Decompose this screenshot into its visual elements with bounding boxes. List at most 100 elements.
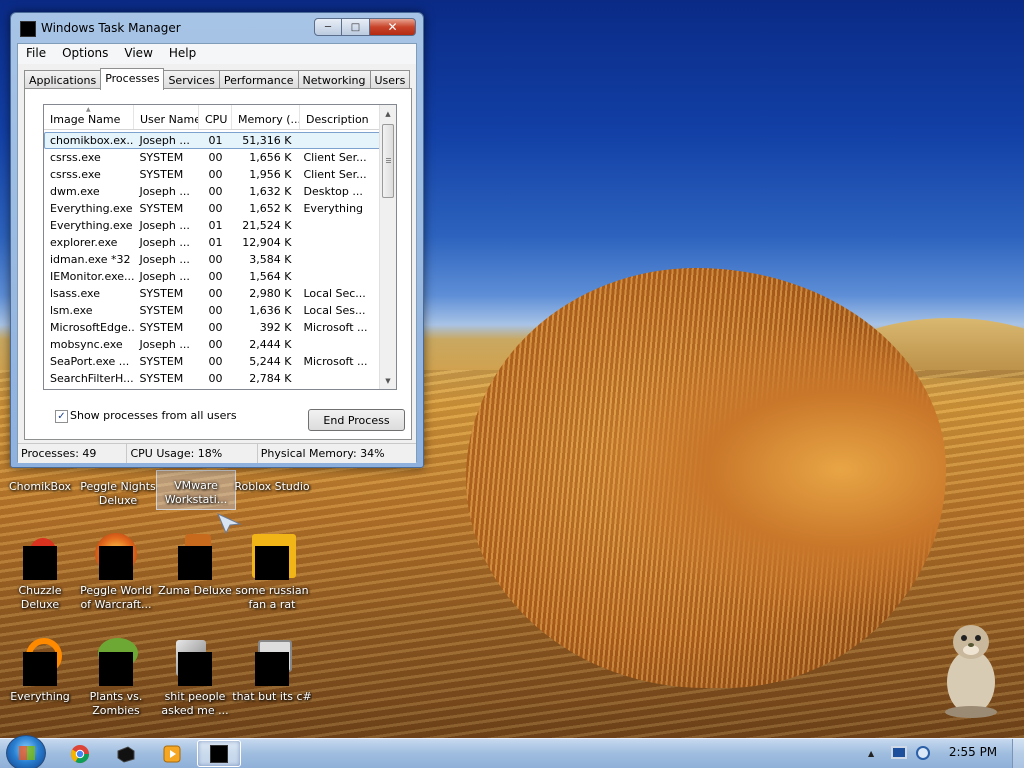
process-memory: 392 K [259, 321, 292, 334]
tab-networking[interactable]: Networking [297, 70, 371, 89]
column-image-name[interactable]: ▲ Image Name [44, 105, 134, 129]
close-icon: ✕ [387, 20, 398, 34]
process-cpu: 00 [208, 338, 223, 351]
menu-help[interactable]: Help [161, 44, 204, 64]
process-name: SeaPort.exe ... [50, 355, 130, 368]
process-row[interactable]: explorer.exe Joseph ... 01 12,904 K [44, 234, 382, 251]
task-manager-window[interactable]: Windows Task Manager ─ □ ✕ File Options … [10, 12, 424, 468]
process-memory: 21,524 K [242, 219, 292, 232]
process-row[interactable]: SearchFilterH... SYSTEM 00 2,784 K [44, 370, 382, 387]
process-name: lsm.exe [50, 304, 93, 317]
desktop-icon-zuma-deluxe[interactable]: Zuma Deluxe [155, 546, 235, 598]
desktop-icon-roblox-studio[interactable]: Roblox Studio [232, 480, 312, 494]
desktop-icon-that-but-its-csharp[interactable]: that but its c# [232, 652, 312, 704]
process-row[interactable]: Everything.exe Joseph ... 01 21,524 K [44, 217, 382, 234]
desktop-icon-chuzzle[interactable]: Chuzzle Deluxe [0, 546, 80, 612]
desktop-icon-label-line2: fan a rat [248, 598, 296, 611]
process-row[interactable]: mobsync.exe Joseph ... 00 2,444 K [44, 336, 382, 353]
peggle-world-icon [99, 546, 133, 580]
tab-applications[interactable]: Applications [24, 70, 102, 89]
menu-options[interactable]: Options [54, 44, 116, 64]
process-user: Joseph ... [139, 236, 190, 249]
desktop-icon-label: Peggle World [80, 584, 152, 597]
processes-panel: ▲ Image Name User Name CPU Memory (... D… [24, 88, 412, 440]
desktop-icon-chomikbox[interactable]: ChomikBox [0, 480, 80, 494]
show-hidden-icons-icon[interactable]: ▲ [868, 749, 874, 758]
shortcut-icon [178, 652, 212, 686]
process-description: Local Sec... [303, 287, 366, 300]
column-cpu[interactable]: CPU [199, 105, 232, 129]
desktop-icon-label: Plants vs. [89, 690, 143, 703]
desktop-icon-peggle-world[interactable]: Peggle World of Warcraft... [76, 546, 156, 612]
maximize-button[interactable]: □ [342, 18, 370, 36]
process-name: mobsync.exe [50, 338, 123, 351]
process-cpu: 00 [208, 202, 223, 215]
minimize-button[interactable]: ─ [314, 18, 342, 36]
process-row[interactable]: idman.exe *32 Joseph ... 00 3,584 K [44, 251, 382, 268]
close-button[interactable]: ✕ [370, 18, 416, 36]
show-all-users-label[interactable]: Show processes from all users [70, 409, 237, 422]
desktop-icon-peggle-nights[interactable]: Peggle Nights Deluxe [78, 480, 158, 508]
column-memory[interactable]: Memory (... [232, 105, 300, 129]
tab-performance[interactable]: Performance [218, 70, 299, 89]
process-description: Local Ses... [303, 304, 366, 317]
network-tray-icon[interactable] [891, 746, 907, 759]
tab-users[interactable]: Users [369, 70, 411, 89]
desktop-icon-plants-vs-zombies[interactable]: Plants vs. Zombies [76, 652, 156, 718]
process-row[interactable]: lsm.exe SYSTEM 00 1,636 K Local Ses... [44, 302, 382, 319]
menu-bar: File Options View Help [18, 44, 416, 64]
desktop-icon-everything[interactable]: Everything [0, 652, 80, 704]
gopher-gadget-icon[interactable] [938, 612, 1004, 720]
title-bar[interactable]: Windows Task Manager ─ □ ✕ [11, 13, 423, 43]
process-row[interactable]: csrss.exe SYSTEM 00 1,956 K Client Ser... [44, 166, 382, 183]
taskbar-clock[interactable]: 2:55 PM [942, 745, 1004, 759]
column-description[interactable]: Description [300, 105, 382, 129]
column-user-name[interactable]: User Name [134, 105, 199, 129]
desktop-icon-vmware[interactable]: VMware Workstati... [156, 470, 236, 510]
scroll-up-arrow-icon[interactable]: ▲ [380, 105, 396, 122]
taskbar-task-manager-button[interactable] [197, 740, 241, 767]
process-row[interactable]: chomikbox.ex... Joseph ... 01 51,316 K [44, 132, 382, 149]
process-row[interactable]: IEMonitor.exe... Joseph ... 00 1,564 K [44, 268, 382, 285]
show-desktop-button[interactable] [1012, 739, 1024, 768]
desktop-icon-label: Roblox Studio [234, 480, 310, 493]
process-description [295, 218, 381, 233]
language-tray-icon[interactable] [916, 746, 930, 760]
vertical-scrollbar[interactable]: ▲ ▼ [379, 105, 396, 389]
menu-view[interactable]: View [116, 44, 160, 64]
scroll-down-arrow-icon[interactable]: ▼ [380, 372, 396, 389]
process-user: Joseph ... [139, 219, 190, 232]
tab-processes[interactable]: Processes [100, 68, 165, 90]
tab-services[interactable]: Services [163, 70, 220, 89]
scrollbar-thumb[interactable] [382, 124, 394, 198]
end-process-button[interactable]: End Process [308, 409, 405, 431]
process-list[interactable]: ▲ Image Name User Name CPU Memory (... D… [43, 104, 397, 390]
start-button[interactable] [6, 735, 46, 768]
process-user: SYSTEM [139, 355, 184, 368]
task-manager-icon [210, 744, 228, 763]
some-russian-icon [255, 546, 289, 580]
process-row[interactable]: csrss.exe SYSTEM 00 1,656 K Client Ser... [44, 149, 382, 166]
process-rows: chomikbox.ex... Joseph ... 01 51,316 K csrss… [44, 132, 382, 387]
process-cpu: 00 [208, 253, 223, 266]
desktop-icon-shit-people[interactable]: shit people asked me ... [155, 652, 235, 718]
process-row[interactable]: Everything.exe SYSTEM 00 1,652 K Everything [44, 200, 382, 217]
process-user: Joseph ... [139, 134, 190, 147]
taskbar-media-player-button[interactable] [150, 740, 194, 767]
process-name: Everything.exe [50, 202, 133, 215]
process-row[interactable]: SeaPort.exe ... SYSTEM 00 5,244 K Microsoft … [44, 353, 382, 370]
process-name: IEMonitor.exe... [50, 270, 135, 283]
process-cpu: 00 [208, 355, 223, 368]
process-name: Everything.exe [50, 219, 133, 232]
process-row[interactable]: dwm.exe Joseph ... 00 1,632 K Desktop ... [44, 183, 382, 200]
menu-file[interactable]: File [18, 44, 54, 64]
desktop-icon-some-russian[interactable]: some russian fan a rat [232, 546, 312, 612]
taskbar-app-button[interactable] [104, 740, 148, 767]
process-cpu: 00 [208, 168, 223, 181]
process-memory: 5,244 K [249, 355, 292, 368]
sort-ascending-icon: ▲ [86, 106, 91, 113]
show-all-users-checkbox[interactable]: ✓ [55, 410, 68, 423]
process-row[interactable]: MicrosoftEdge... SYSTEM 00 392 K Microsoft .… [44, 319, 382, 336]
process-row[interactable]: lsass.exe SYSTEM 00 2,980 K Local Sec... [44, 285, 382, 302]
taskbar-chrome-button[interactable] [58, 740, 102, 767]
